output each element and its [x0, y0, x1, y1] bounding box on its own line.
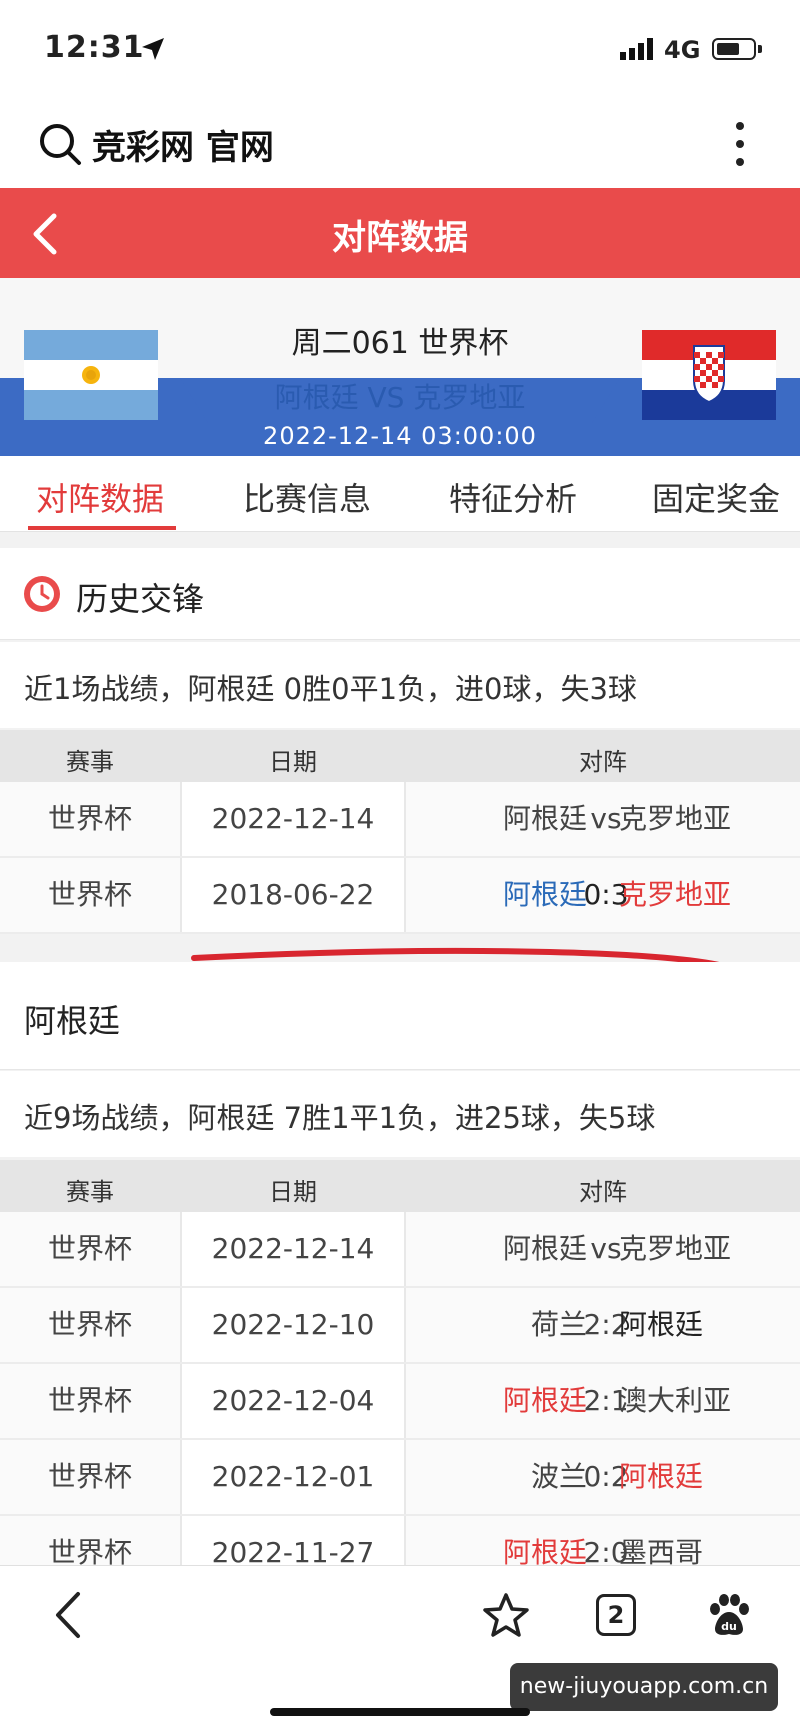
match-league: 周二061 世界杯 — [291, 326, 509, 361]
more-menu-icon[interactable] — [730, 118, 750, 170]
col-league: 赛事 — [66, 748, 114, 776]
baidu-paw-icon[interactable]: du — [706, 1592, 752, 1638]
row-date: 2022-12-04 — [182, 1364, 404, 1438]
row-away: 克罗地亚 — [619, 878, 732, 911]
bookmark-star-icon[interactable] — [482, 1592, 530, 1638]
table-row[interactable]: 世界杯 2022-12-10 荷兰 2:2 阿根廷 — [0, 1288, 800, 1364]
tab-matchup-data[interactable]: 对阵数据 — [36, 474, 164, 520]
page-title: 对阵数据 — [332, 218, 468, 258]
row-matchup: 阿根廷 0:3 克罗地亚 — [406, 858, 800, 932]
row-date: 2022-12-14 — [182, 782, 404, 856]
match-datetime: 2022-12-14 03:00:00 — [263, 422, 537, 450]
table-row[interactable]: 世界杯 2018-06-22 阿根廷 0:3 克罗地亚 — [0, 858, 800, 934]
away-team: 克罗地亚 — [413, 381, 526, 414]
col-matchup: 对阵 — [579, 1178, 627, 1206]
table-row[interactable]: 世界杯 2022-12-14 阿根廷 vs 克罗地亚 — [0, 782, 800, 858]
history-summary-text: 近1场战绩，阿根廷 0胜0平1负，进0球，失3球 — [24, 672, 637, 706]
row-league: 世界杯 — [47, 1308, 132, 1341]
location-arrow-icon — [142, 38, 164, 60]
row-league: 世界杯 — [47, 1460, 132, 1493]
table-row[interactable]: 世界杯 2022-12-14 阿根廷 vs 克罗地亚 — [0, 1212, 800, 1288]
svg-text:du: du — [721, 1620, 737, 1633]
active-tab-indicator — [28, 526, 176, 530]
history-section-header: 历史交锋 — [0, 548, 800, 640]
match-banner: 周二061 世界杯 阿根廷 VS 克罗地亚 2022-12-14 03:00:0… — [0, 278, 800, 456]
team-table-header: 赛事 日期 对阵 — [0, 1160, 800, 1212]
row-away: 澳大利亚 — [619, 1384, 732, 1417]
row-date: 2018-06-22 — [182, 858, 404, 932]
tab-feature-analysis[interactable]: 特征分析 — [449, 474, 577, 520]
row-date: 2022-12-10 — [182, 1288, 404, 1362]
table-row[interactable]: 世界杯 2022-12-01 波兰 0:2 阿根廷 — [0, 1440, 800, 1516]
tab-fixed-prize[interactable]: 固定奖金 — [652, 474, 780, 520]
team-summary: 近9场战绩，阿根廷 7胜1平1负，进25球，失5球 — [0, 1071, 800, 1157]
row-league: 世界杯 — [47, 878, 132, 911]
row-matchup: 荷兰 2:2 阿根廷 — [406, 1288, 800, 1362]
row-away: 克罗地亚 — [619, 802, 732, 835]
row-league: 世界杯 — [47, 1232, 132, 1265]
row-date: 2022-12-14 — [182, 1212, 404, 1286]
history-table-header: 赛事 日期 对阵 — [0, 730, 800, 782]
page-header: 对阵数据 — [0, 188, 800, 278]
search-icon[interactable] — [38, 122, 82, 166]
row-matchup: 阿根廷 vs 克罗地亚 — [406, 782, 800, 856]
site-title[interactable]: 竞彩网 官网 — [92, 120, 274, 169]
row-matchup: 阿根廷 2:1 澳大利亚 — [406, 1364, 800, 1438]
team-section-header: 阿根廷 — [0, 962, 800, 1070]
watermark: new-jiuyouapp.com.cn — [510, 1663, 778, 1711]
battery-icon — [712, 38, 756, 60]
browser-back-icon[interactable] — [52, 1590, 84, 1640]
col-league: 赛事 — [66, 1178, 114, 1206]
team-summary-text: 近9场战绩，阿根廷 7胜1平1负，进25球，失5球 — [24, 1101, 656, 1135]
match-teams: 阿根廷 VS 克罗地亚 — [0, 376, 800, 416]
col-date: 日期 — [269, 748, 317, 776]
clock-icon — [24, 576, 60, 612]
row-away: 克罗地亚 — [619, 1232, 732, 1265]
network-type: 4G — [664, 36, 701, 64]
row-matchup: 阿根廷 vs 克罗地亚 — [406, 1212, 800, 1286]
section-title: 历史交锋 — [76, 580, 205, 618]
signal-icon — [620, 38, 653, 60]
row-league: 世界杯 — [47, 1384, 132, 1417]
row-date: 2022-12-01 — [182, 1440, 404, 1514]
row-league: 世界杯 — [47, 802, 132, 835]
history-summary: 近1场战绩，阿根廷 0胜0平1负，进0球，失3球 — [0, 642, 800, 728]
status-bar: 12:31 4G — [0, 0, 800, 100]
col-date: 日期 — [269, 1178, 317, 1206]
status-time: 12:31 — [44, 30, 145, 65]
home-indicator — [270, 1708, 530, 1716]
team-name: 阿根廷 — [24, 1002, 121, 1040]
tab-bar: 对阵数据 比赛信息 特征分析 固定奖金 — [0, 456, 800, 532]
tabs-count-button[interactable]: 2 — [596, 1594, 636, 1636]
table-row[interactable]: 世界杯 2022-12-04 阿根廷 2:1 澳大利亚 — [0, 1364, 800, 1440]
vs-label: VS — [367, 381, 405, 414]
tab-match-info[interactable]: 比赛信息 — [243, 474, 371, 520]
col-matchup: 对阵 — [579, 748, 627, 776]
row-matchup: 波兰 0:2 阿根廷 — [406, 1440, 800, 1514]
browser-address-bar[interactable]: 竞彩网 官网 — [0, 100, 800, 188]
home-team: 阿根廷 — [274, 381, 359, 414]
row-away: 阿根廷 — [619, 1460, 704, 1493]
row-away: 阿根廷 — [619, 1308, 704, 1341]
